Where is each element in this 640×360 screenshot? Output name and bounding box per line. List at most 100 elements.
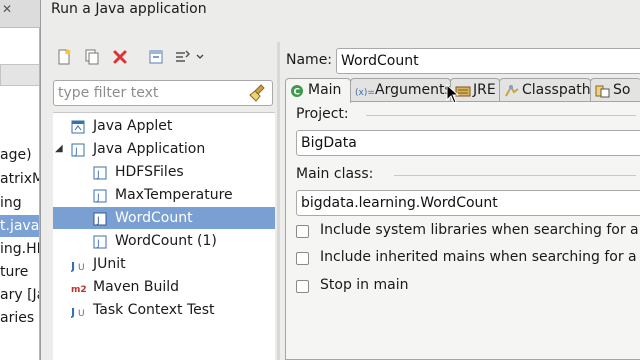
background-package-explorer: age) atrixM ing t.java ing.HI ture ary [… [0,28,40,360]
svg-text:U: U [78,263,85,272]
tree-item-maxtemperature[interactable]: J MaxTemperature [53,184,275,206]
svg-text:m2: m2 [71,285,87,295]
tree-item-wordcount[interactable]: J WordCount [53,207,275,229]
maven-icon: m2 [71,280,87,295]
svg-text:J: J [71,306,75,318]
tree-item-label: Java Application [93,141,206,157]
group-divider [394,175,636,176]
tree-item-label: WordCount [115,210,193,226]
tree-item-maven-build[interactable]: m2 Maven Build [53,276,275,298]
collapse-all-icon[interactable] [145,46,167,68]
junit-icon: JU [70,257,85,273]
close-icon[interactable]: ✕ [2,2,16,16]
svg-text:J: J [71,260,75,272]
main-tab-icon: C [290,83,304,98]
arguments-tab-icon: (x)= [355,83,375,98]
checkbox[interactable] [296,252,309,265]
main-class-field[interactable] [296,190,640,216]
name-label: Name: [286,52,333,68]
checkbox-label: Include inherited mains when searching f… [320,249,640,265]
tab-classpath[interactable]: Classpath [499,78,591,102]
tree-item-label: Task Context Test [93,302,215,318]
name-input[interactable] [341,52,631,70]
clear-filter-icon[interactable] [249,84,267,102]
tree-item-label: HDFSFiles [115,164,184,180]
main-class-input[interactable] [301,194,631,212]
svg-text:J: J [96,239,100,249]
background-row-1[interactable]: age) [0,144,32,166]
project-label: Project: [296,106,349,122]
tab-arguments[interactable]: (x)= Arguments [350,78,452,102]
tree-item-hdfsfiles[interactable]: J HDFSFiles [53,161,275,183]
svg-text:J: J [96,216,100,226]
tab-source[interactable]: So [590,78,640,102]
background-row-6[interactable]: ture [0,261,28,283]
tree-item-label: Java Applet [93,118,173,134]
checkbox[interactable] [296,225,309,238]
tree-item-java-applet[interactable]: Java Applet [53,115,275,137]
configurations-toolbar [47,42,275,72]
expanded-triangle-icon[interactable]: ◢ [55,138,67,160]
main-tab-content: Project: Main class: Include system libr… [285,101,640,360]
tree-item-label: WordCount (1) [115,233,217,249]
background-row-8[interactable]: aries [0,307,34,329]
background-row-5[interactable]: ing.HI [0,238,39,260]
svg-text:C: C [294,88,301,98]
configuration-tabs: C Main (x)= Arguments JRE Classpath So [285,78,640,103]
filter-field[interactable] [53,80,273,106]
tab-main[interactable]: C Main [285,78,351,103]
svg-text:U: U [78,309,85,318]
task-context-icon: JU [70,303,85,319]
configuration-tree: Java Applet ◢ J Java Application J HDFSF… [53,112,275,360]
background-row-7[interactable]: ary [Ja [0,284,39,306]
tab-label: Main [308,82,342,98]
java-applet-icon [71,119,85,134]
source-tab-icon [595,83,611,98]
tree-item-label: Maven Build [93,279,180,295]
project-field[interactable] [296,130,640,156]
java-application-icon: J [71,142,85,157]
duplicate-configuration-icon[interactable] [81,46,103,68]
svg-text:J: J [74,147,78,157]
tree-item-label: JUnit [93,256,126,272]
tree-item-label: MaxTemperature [115,187,233,203]
java-config-icon: J [93,165,107,180]
tree-item-wordcount-1[interactable]: J WordCount (1) [53,230,275,252]
configuration-editor: Name: C Main (x)= Arguments JRE [281,42,640,360]
configurations-pane: Java Applet ◢ J Java Application J HDFSF… [47,42,275,360]
run-configuration-dialog: Run a Java application type filter text … [40,0,640,360]
java-config-icon: J [93,188,107,203]
group-divider [366,115,636,116]
delete-configuration-icon[interactable] [109,46,131,68]
dialog-title: Run a Java application [51,1,207,17]
new-configuration-icon[interactable] [53,46,75,68]
checkbox-label: Stop in main [320,277,409,293]
tab-label: So [613,82,631,98]
tree-item-junit[interactable]: JU JUnit [53,253,275,275]
mouse-pointer-icon [446,84,460,104]
tab-label: JRE [473,82,496,98]
name-field[interactable] [336,48,640,74]
background-tab[interactable] [0,64,39,86]
java-config-icon: J [93,211,107,226]
background-row-2[interactable]: atrixM [0,168,39,190]
background-row-3[interactable]: ing [0,192,22,214]
chevron-down-icon[interactable] [193,46,207,68]
tab-label: Arguments [375,82,452,98]
background-row-4[interactable]: t.java [0,215,39,237]
main-class-label: Main class: [296,166,374,182]
project-input[interactable] [301,134,631,152]
checkbox-label: Include system libraries when searching … [320,222,640,238]
classpath-tab-icon [504,83,520,97]
checkbox[interactable] [296,280,309,293]
tab-label: Classpath [522,82,591,98]
tree-item-task-context-test[interactable]: JU Task Context Test [53,299,275,321]
tree-item-java-application[interactable]: ◢ J Java Application [53,138,275,160]
svg-text:J: J [96,170,100,180]
filter-configurations-icon[interactable] [171,46,193,68]
pane-divider[interactable] [277,42,280,360]
java-config-icon: J [93,234,107,249]
filter-input[interactable] [58,84,243,102]
svg-text:(x)=: (x)= [355,88,375,98]
svg-text:J: J [96,193,100,203]
